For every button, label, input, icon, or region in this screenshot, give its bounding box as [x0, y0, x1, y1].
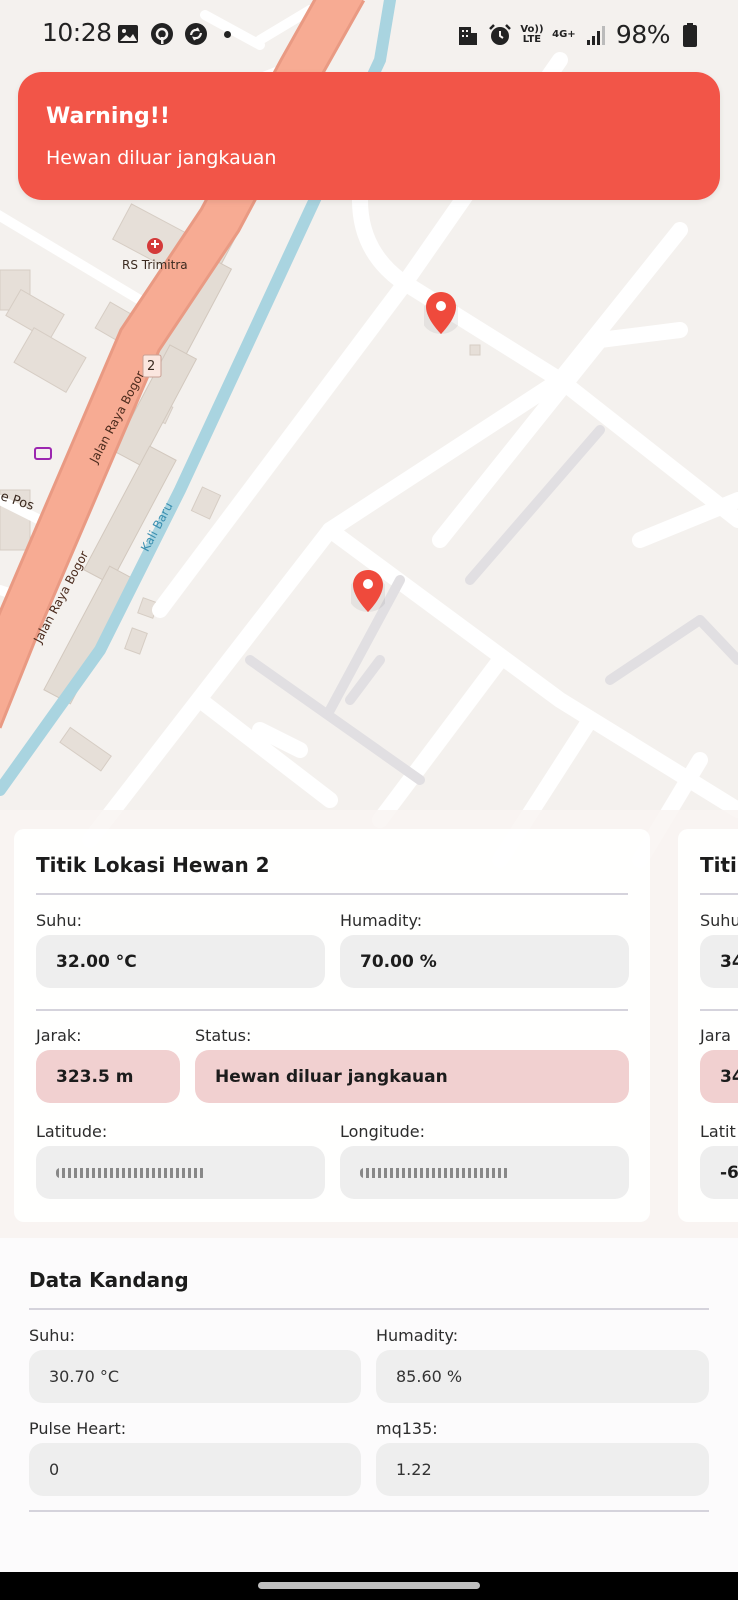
divider: [700, 1009, 738, 1011]
jarak-value: 323.5 m: [36, 1050, 180, 1103]
dot-icon: [224, 30, 231, 38]
humidity-value: 70.00 %: [340, 935, 629, 988]
kandang-mq135-label: mq135:: [376, 1419, 438, 1438]
jarak-label: Jara: [700, 1026, 731, 1045]
kandang-title: Data Kandang: [29, 1268, 189, 1292]
kandang-pulse-label: Pulse Heart:: [29, 1419, 127, 1438]
divider: [700, 893, 738, 895]
building-icon: [456, 23, 480, 47]
redacted-value: [56, 1167, 206, 1178]
route-number: 2: [147, 359, 156, 374]
warning-banner[interactable]: Warning!! Hewan diluar jangkauan: [18, 72, 720, 200]
kandang-humidity-label: Humadity:: [376, 1326, 459, 1345]
kandang-humidity-value: 85.60 %: [376, 1350, 709, 1403]
signal-icon: [584, 23, 608, 47]
kandang-mq135-value: 1.22: [376, 1443, 709, 1496]
kandang-suhu-value: 30.70 °C: [29, 1350, 361, 1403]
hospital-label: RS Trimitra: [122, 258, 188, 272]
data-kandang-panel: Data Kandang Suhu: 30.70 °C Humadity: 85…: [0, 1238, 738, 1572]
divider: [36, 893, 628, 895]
gallery-icon: [116, 22, 140, 46]
circle-app-icon: [150, 22, 174, 46]
longitude-value: [340, 1146, 629, 1199]
latitude-label: Latitude:: [36, 1122, 108, 1141]
divider: [29, 1510, 709, 1512]
latitude-value: -6: [700, 1146, 738, 1199]
home-gesture-handle[interactable]: [258, 1582, 480, 1589]
card-title: Titil: [700, 853, 738, 877]
longitude-label: Longitude:: [340, 1122, 425, 1141]
kandang-suhu-label: Suhu:: [29, 1326, 75, 1345]
animal-location-card-next[interactable]: Titil Suhu 34 Jara 34 Latit -6: [678, 829, 738, 1222]
battery-icon: [678, 22, 702, 47]
humidity-label: Humadity:: [340, 911, 423, 930]
latitude-label: Latit: [700, 1122, 736, 1141]
divider: [36, 1009, 628, 1011]
jarak-label: Jarak:: [36, 1026, 82, 1045]
animal-location-card[interactable]: Titik Lokasi Hewan 2 Suhu: 32.00 °C Huma…: [14, 829, 650, 1222]
4g-icon: 4G+: [552, 28, 576, 40]
divider: [29, 1308, 709, 1310]
redacted-value: [360, 1167, 510, 1178]
battery-percent: 98%: [615, 20, 671, 49]
suhu-value: 32.00 °C: [36, 935, 325, 988]
status-value: Hewan diluar jangkauan: [195, 1050, 629, 1103]
suhu-value: 34: [700, 935, 738, 988]
jarak-value: 34: [700, 1050, 738, 1103]
suhu-label: Suhu:: [36, 911, 82, 930]
card-title: Titik Lokasi Hewan 2: [36, 853, 270, 877]
sync-app-icon: [184, 22, 208, 46]
status-bar: 10:28 Vo)) LTE 4G+ 98%: [0, 0, 738, 70]
latitude-value: [36, 1146, 325, 1199]
warning-message: Hewan diluar jangkauan: [46, 147, 277, 169]
warning-title: Warning!!: [46, 104, 170, 129]
suhu-label: Suhu: [700, 911, 738, 930]
kandang-pulse-value: 0: [29, 1443, 361, 1496]
alarm-icon: [488, 23, 512, 47]
navigation-bar: [0, 1572, 738, 1600]
status-label: Status:: [195, 1026, 252, 1045]
volte-icon: Vo)) LTE: [520, 23, 544, 45]
status-time: 10:28: [42, 18, 112, 47]
